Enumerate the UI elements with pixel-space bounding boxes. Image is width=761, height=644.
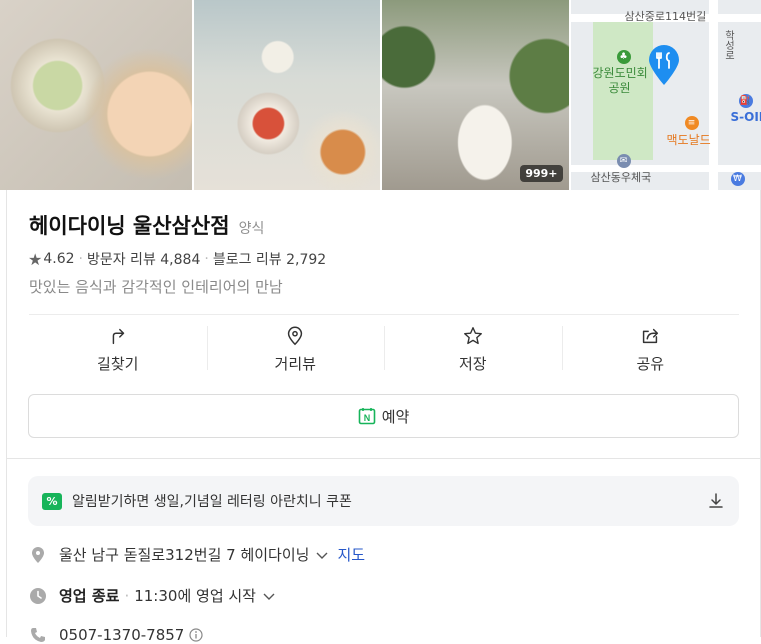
photo-count-badge: 999+ — [520, 165, 562, 182]
blog-reviews-link[interactable]: 블로그 리뷰 2,792 — [213, 249, 326, 269]
share-button[interactable]: 공유 — [562, 316, 740, 382]
coupon-percent-icon: % — [42, 493, 62, 510]
map-poi-label: 맥도날드 — [667, 131, 711, 148]
naver-booking-icon: N — [358, 407, 376, 425]
map-park-label: 공원 — [609, 79, 631, 96]
share-label: 공유 — [636, 353, 664, 374]
star-icon — [462, 325, 484, 347]
address-pin-icon — [29, 546, 47, 564]
map-pin-icon — [647, 44, 681, 86]
map-link[interactable]: 지도 — [337, 544, 365, 565]
photo-3[interactable]: 999+ — [382, 0, 569, 190]
location-pin-icon — [284, 325, 306, 347]
coupon-banner[interactable]: % 알림받기하면 생일,기념일 레터링 아란치니 쿠폰 — [28, 476, 739, 526]
separator-dot: · — [124, 587, 129, 605]
review-stats: ★ 4.62 · 방문자 리뷰 4,884 · 블로그 리뷰 2,792 — [28, 249, 326, 269]
street-view-button[interactable]: 거리뷰 — [207, 316, 385, 382]
post-office-icon: ✉ — [617, 154, 631, 168]
map-thumbnail[interactable]: 삼산중로114번길 학성로 ♣ 강원도민회 공원 ≡ 맥도날드 ⛽ S-OIL … — [571, 0, 761, 190]
bank-icon: ₩ — [731, 172, 745, 186]
place-card: 헤이다이닝 울산삼산점 양식 ★ 4.62 · 방문자 리뷰 4,884 · 블… — [6, 190, 761, 637]
visitor-reviews-link[interactable]: 방문자 리뷰 4,884 — [87, 249, 200, 269]
download-icon[interactable] — [707, 492, 725, 510]
gas-station-icon: ⛽ — [739, 94, 753, 108]
map-poi-label: 삼산동우체국 — [591, 169, 652, 185]
street-view-label: 거리뷰 — [275, 353, 316, 374]
phone-number[interactable]: 0507-1370-7857 — [59, 626, 184, 644]
divider — [29, 314, 739, 315]
hours-next-open: 11:30에 영업 시작 — [134, 585, 256, 606]
coupon-text: 알림받기하면 생일,기념일 레터링 아란치니 쿠폰 — [72, 491, 707, 511]
naver-booking-letter: N — [363, 413, 370, 423]
map-road — [709, 0, 718, 190]
chevron-down-icon[interactable] — [315, 548, 329, 562]
save-button[interactable]: 저장 — [384, 316, 562, 382]
save-label: 저장 — [459, 353, 487, 374]
place-header: 헤이다이닝 울산삼산점 양식 — [29, 210, 264, 240]
share-icon — [639, 325, 661, 347]
action-bar: 길찾기 거리뷰 저장 공유 — [29, 316, 739, 382]
photo-2[interactable] — [194, 0, 381, 190]
restaurant-poi-icon: ≡ — [685, 116, 699, 130]
rating-star-icon: ★ — [28, 250, 42, 269]
photo-gallery[interactable]: 999+ 삼산중로114번길 학성로 ♣ 강원도민회 공원 ≡ 맥도날드 ⛽ S… — [0, 0, 761, 190]
section-divider — [7, 458, 760, 459]
phone-row: 0507-1370-7857 — [29, 626, 203, 644]
reserve-label: 예약 — [382, 406, 410, 427]
reserve-button[interactable]: N 예약 — [28, 394, 739, 438]
place-description: 맛있는 음식과 감각적인 인테리어의 만남 — [29, 276, 283, 297]
map-road-label: 삼산중로114번길 — [625, 8, 707, 24]
clock-icon — [29, 587, 47, 605]
map-poi-label: S-OIL — [731, 110, 761, 124]
phone-icon — [29, 626, 47, 644]
place-name[interactable]: 헤이다이닝 울산삼산점 — [29, 214, 230, 238]
address-row: 울산 남구 돋질로312번길 7 헤이다이닝 지도 — [29, 544, 365, 565]
separator-dot: · — [79, 251, 83, 267]
chevron-down-icon[interactable] — [262, 589, 276, 603]
park-icon: ♣ — [617, 50, 631, 64]
rating-value: 4.62 — [43, 251, 74, 267]
map-road-label: 학성로 — [721, 30, 736, 60]
directions-icon — [107, 325, 129, 347]
photo-1[interactable] — [0, 0, 192, 190]
directions-label: 길찾기 — [97, 353, 138, 374]
hours-status: 영업 종료 — [59, 585, 119, 606]
place-category: 양식 — [239, 221, 265, 237]
address-text: 울산 남구 돋질로312번길 7 헤이다이닝 — [59, 544, 309, 565]
directions-button[interactable]: 길찾기 — [29, 316, 207, 382]
info-icon[interactable] — [189, 628, 203, 642]
separator-dot: · — [204, 251, 208, 267]
hours-row: 영업 종료 · 11:30에 영업 시작 — [29, 585, 276, 606]
